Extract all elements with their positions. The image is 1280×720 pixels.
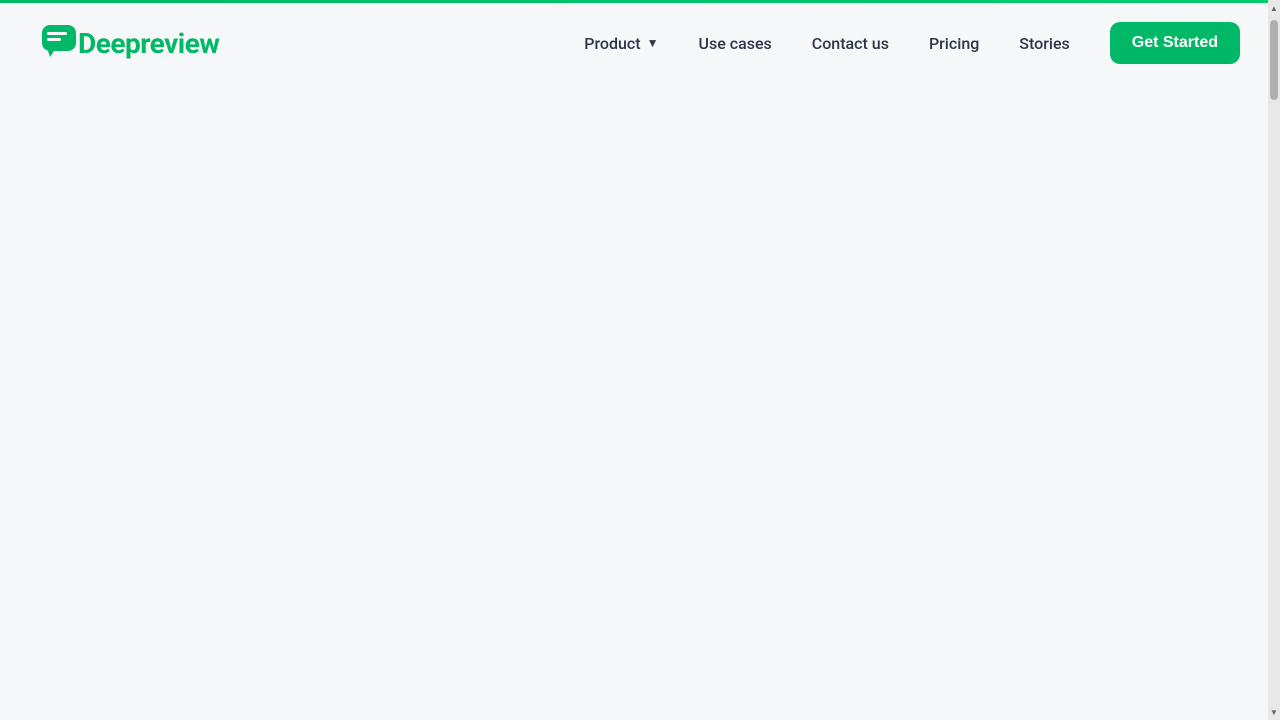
chevron-down-icon: ▼ [647,36,659,50]
nav-label-use-cases: Use cases [699,34,772,53]
logo-icon [40,23,78,65]
nav-label-contact: Contact us [812,34,889,53]
nav-label-stories: Stories [1019,34,1069,53]
main-header: Deepreview Product ▼ Use cases Contact u… [0,3,1280,83]
scrollbar[interactable]: ▲ ▼ [1268,0,1280,720]
nav-item-pricing[interactable]: Pricing [913,26,995,61]
main-content-area [0,83,1268,720]
nav-item-stories[interactable]: Stories [1003,26,1085,61]
logo-text: Deepreview [78,27,219,60]
nav-item-product[interactable]: Product ▼ [568,26,674,61]
nav-item-use-cases[interactable]: Use cases [683,26,788,61]
logo-link[interactable]: Deepreview [40,22,219,64]
get-started-button[interactable]: Get Started [1110,22,1240,64]
nav-item-contact[interactable]: Contact us [796,26,905,61]
scroll-up-arrow[interactable]: ▲ [1268,0,1280,16]
scroll-down-arrow[interactable]: ▼ [1268,704,1280,720]
nav-label-pricing: Pricing [929,34,979,53]
scrollbar-thumb[interactable] [1270,20,1278,100]
nav-label-product: Product [584,34,640,53]
main-nav: Product ▼ Use cases Contact us Pricing S… [568,22,1240,64]
